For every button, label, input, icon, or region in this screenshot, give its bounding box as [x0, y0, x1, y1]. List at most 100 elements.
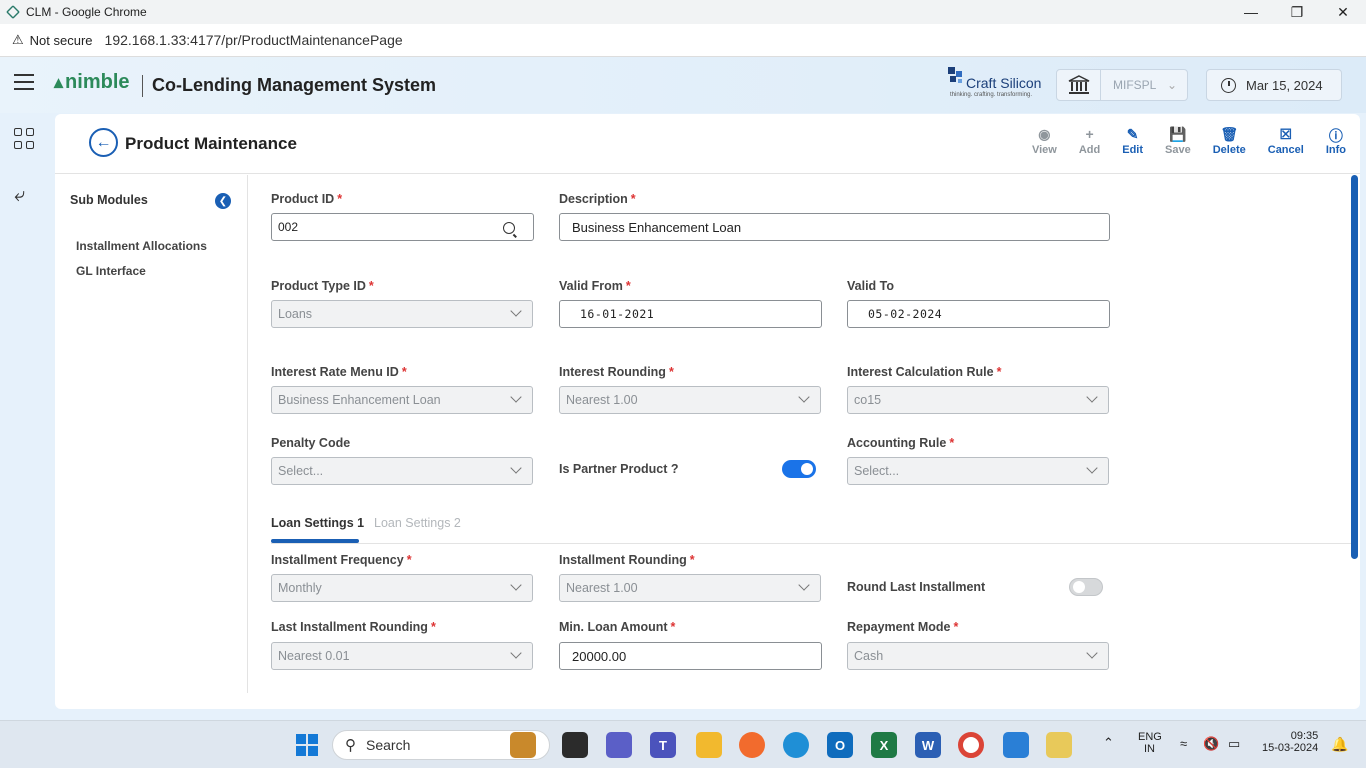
round-last-installment-label: Round Last Installment	[847, 580, 986, 594]
last-installment-rounding-select[interactable]: Nearest 0.01	[271, 642, 533, 670]
excel-icon[interactable]: X	[871, 732, 897, 758]
interest-rate-menu-id-select[interactable]: Business Enhancement Loan	[271, 386, 533, 414]
business-date[interactable]: Mar 15, 2024	[1206, 69, 1342, 101]
language-indicator[interactable]: ENG IN	[1138, 731, 1162, 755]
system-clock[interactable]: 09:35 15-03-2024	[1262, 730, 1318, 754]
app-title: Co-Lending Management System	[152, 75, 437, 95]
add-button[interactable]: + Add	[1079, 126, 1100, 156]
logo-text: nimble	[65, 71, 130, 93]
view-label: View	[1031, 144, 1057, 156]
logout-icon[interactable]: ⤶	[14, 184, 36, 206]
plus-icon: +	[1085, 126, 1094, 142]
wifi-icon[interactable]: ≈	[1180, 736, 1187, 751]
min-loan-amount-input[interactable]: 20000.00	[559, 642, 822, 670]
product-type-id-select[interactable]: Loans	[271, 300, 533, 328]
edit-button[interactable]: ✎ Edit	[1122, 126, 1143, 156]
clock-date: 15-03-2024	[1262, 742, 1319, 754]
page-title: Product Maintenance	[125, 134, 297, 153]
business-date-text: Mar 15, 2024	[1246, 77, 1323, 93]
interest-rounding-select[interactable]: Nearest 1.00	[559, 386, 821, 414]
clock-time: 09:35	[1290, 730, 1319, 742]
tab-loan-settings-2[interactable]: Loan Settings 2	[374, 516, 461, 530]
volume-muted-icon[interactable]: 🔇	[1203, 736, 1219, 752]
teams-icon[interactable]: T	[650, 732, 676, 758]
description-value: Business Enhancement Loan	[572, 219, 742, 235]
collapse-chevron-icon[interactable]: ❮	[215, 193, 231, 209]
outlook-icon[interactable]: O	[827, 732, 853, 758]
close-icon[interactable]: ✕	[1320, 0, 1366, 24]
file-explorer-icon[interactable]	[696, 732, 722, 758]
compass-app-icon[interactable]	[739, 732, 765, 758]
window-title: CLM - Google Chrome	[26, 5, 147, 19]
dashboard-grid-icon[interactable]	[14, 128, 36, 150]
delete-button[interactable]: 🗑 Delete	[1213, 126, 1246, 156]
min-loan-amount-value: 20000.00	[572, 648, 627, 664]
valid-from-date-input[interactable]: 16-01-2021	[559, 300, 822, 328]
installment-rounding-value: Nearest 1.00	[566, 581, 638, 595]
battery-icon[interactable]: ▭	[1228, 736, 1240, 752]
is-partner-product-toggle[interactable]	[782, 460, 816, 478]
sub-module-installment-allocations[interactable]: Installment Allocations	[76, 239, 207, 253]
task-view-icon[interactable]	[562, 732, 588, 758]
snipping-tool-icon[interactable]	[1046, 732, 1072, 758]
penalty-code-select[interactable]: Select...	[271, 457, 533, 485]
installment-frequency-value: Monthly	[278, 581, 322, 595]
back-button[interactable]: ←	[89, 128, 118, 157]
interest-calculation-rule-label: Interest Calculation Rule *	[847, 365, 1002, 379]
valid-to-label: Valid To	[847, 279, 894, 293]
notification-bell-icon[interactable]: 🔔	[1331, 736, 1348, 753]
product-id-value: 002	[278, 220, 299, 234]
accounting-rule-label: Accounting Rule *	[847, 436, 955, 450]
valid-to-date-input[interactable]: 05-02-2024	[847, 300, 1110, 328]
minimize-icon[interactable]: —	[1228, 0, 1274, 24]
add-label: Add	[1078, 144, 1101, 156]
repayment-mode-select[interactable]: Cash	[847, 642, 1109, 670]
accounting-rule-select[interactable]: Select...	[847, 457, 1109, 485]
interest-calculation-rule-select[interactable]: co15	[847, 386, 1109, 414]
edge-icon[interactable]	[783, 732, 809, 758]
language-code: ENG	[1138, 731, 1162, 743]
bank-icon	[1057, 70, 1101, 100]
save-icon: 💾	[1169, 126, 1187, 142]
view-button[interactable]: ◉ View	[1032, 126, 1057, 156]
briefcase-icon[interactable]	[510, 732, 536, 758]
info-label: Info	[1325, 144, 1346, 156]
clock-icon	[1221, 77, 1236, 93]
meet-icon[interactable]	[606, 732, 632, 758]
address-bar[interactable]: ⚠ Not secure 192.168.1.33:4177/pr/Produc…	[0, 24, 1366, 57]
hamburger-menu-icon[interactable]	[14, 74, 34, 90]
show-hidden-icons-chevron-up-icon[interactable]: ⌃	[1103, 735, 1114, 751]
installment-frequency-select[interactable]: Monthly	[271, 574, 533, 602]
description-input[interactable]: Business Enhancement Loan	[559, 213, 1110, 241]
installment-rounding-select[interactable]: Nearest 1.00	[559, 574, 821, 602]
min-loan-amount-label: Min. Loan Amount *	[559, 620, 676, 634]
url-text[interactable]: 192.168.1.33:4177/pr/ProductMaintenanceP…	[105, 32, 403, 48]
vertical-scrollbar[interactable]	[1351, 175, 1358, 559]
info-button[interactable]: ⓘ Info	[1326, 126, 1346, 156]
security-indicator[interactable]: ⚠ Not secure	[8, 30, 101, 50]
installment-frequency-label: Installment Frequency *	[271, 553, 412, 567]
product-id-input[interactable]: 002	[271, 213, 534, 241]
trash-icon: 🗑	[1220, 126, 1239, 142]
last-installment-rounding-label: Last Installment Rounding *	[271, 620, 436, 634]
chrome-icon[interactable]	[958, 732, 984, 758]
valid-to-value: 05-02-2024	[868, 307, 943, 321]
sub-module-gl-interface[interactable]: GL Interface	[76, 264, 146, 278]
action-toolbar: ◉ View + Add ✎ Edit 💾 Save 🗑 Delete ☒ Ca	[1010, 126, 1346, 156]
round-last-installment-toggle[interactable]	[1069, 578, 1103, 596]
cancel-button[interactable]: ☒ Cancel	[1268, 126, 1304, 156]
save-button[interactable]: 💾 Save	[1165, 126, 1191, 156]
notepad-icon[interactable]	[1003, 732, 1029, 758]
restore-icon[interactable]: ❐	[1274, 0, 1320, 24]
warning-icon: ⚠	[12, 32, 24, 47]
tab-loan-settings-1[interactable]: Loan Settings 1	[271, 516, 364, 530]
info-icon: ⓘ	[1328, 128, 1343, 144]
word-icon[interactable]: W	[915, 732, 941, 758]
windows-start-icon[interactable]	[296, 734, 318, 756]
header-divider	[142, 75, 143, 97]
product-id-label: Product ID *	[271, 192, 343, 206]
region-code: IN	[1144, 743, 1155, 755]
search-icon[interactable]	[503, 222, 515, 234]
page-header: ← Product Maintenance ◉ View + Add ✎ Edi…	[55, 114, 1360, 174]
organization-select[interactable]: MIFSPL ⌄	[1056, 69, 1188, 101]
